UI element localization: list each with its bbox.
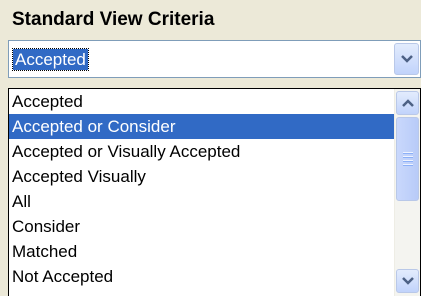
list-item-highlighted[interactable]: Accepted or Consider	[9, 114, 395, 139]
list-item[interactable]: All	[9, 189, 395, 214]
thumb-grip	[403, 152, 413, 168]
list-item[interactable]: Accepted or Visually Accepted	[9, 139, 395, 164]
chevron-up-icon	[402, 99, 414, 107]
list-item[interactable]: Consider	[9, 214, 395, 239]
chevron-down-icon	[401, 55, 413, 63]
scrollbar-thumb[interactable]	[396, 117, 419, 201]
list-item[interactable]: Accepted	[9, 89, 395, 114]
standard-view-criteria-panel: Standard View Criteria Accepted Accepted…	[0, 0, 421, 296]
scroll-up-button[interactable]	[396, 91, 419, 115]
list-item[interactable]: Matched	[9, 239, 395, 264]
criteria-combobox[interactable]: Accepted	[8, 40, 421, 78]
combobox-dropdown-button[interactable]	[394, 43, 419, 75]
vertical-scrollbar[interactable]	[394, 89, 420, 296]
list-item[interactable]: Not Accepted	[9, 264, 395, 289]
criteria-dropdown-list[interactable]: Accepted Accepted or Consider Accepted o…	[8, 88, 421, 296]
scroll-down-button[interactable]	[396, 269, 419, 293]
list-item[interactable]: Accepted Visually	[9, 164, 395, 189]
dropdown-items: Accepted Accepted or Consider Accepted o…	[9, 89, 395, 289]
panel-heading: Standard View Criteria	[12, 9, 215, 30]
combobox-selected-value[interactable]: Accepted	[12, 48, 89, 71]
chevron-down-icon	[402, 277, 414, 285]
